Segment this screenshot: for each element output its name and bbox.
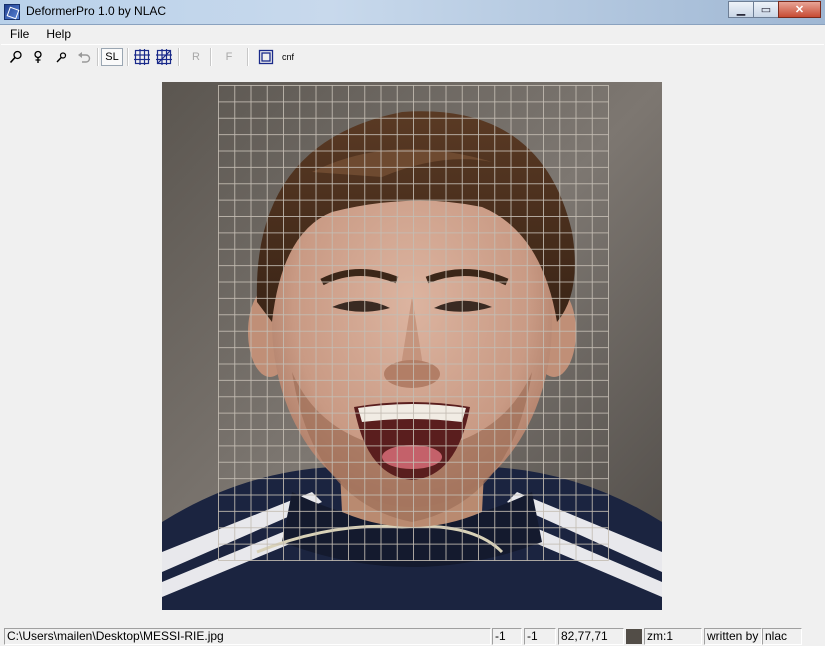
zoom-icon[interactable] xyxy=(6,48,26,66)
zoom-level: zm:1 xyxy=(644,628,702,645)
grid-diagonal-icon[interactable] xyxy=(154,48,174,66)
menu-help[interactable]: Help xyxy=(37,25,79,43)
pin-icon[interactable] xyxy=(28,48,48,66)
f-button[interactable]: F xyxy=(219,48,239,66)
undo-icon[interactable] xyxy=(74,48,94,66)
window-title: DeformerPro 1.0 by NLAC xyxy=(26,4,167,18)
written-by-label: written by xyxy=(704,628,762,645)
small-zoom-icon[interactable] xyxy=(51,48,71,66)
title-bar[interactable]: DeformerPro 1.0 by NLAC ▁ ▭ ✕ xyxy=(0,0,825,25)
app-icon[interactable] xyxy=(4,4,20,20)
menu-file[interactable]: File xyxy=(1,25,37,43)
toolbar: SL R F cnf xyxy=(1,44,824,69)
window-controls: ▁ ▭ ✕ xyxy=(728,1,821,19)
pixel-color-swatch xyxy=(626,629,642,644)
app-window: DeformerPro 1.0 by NLAC ▁ ▭ ✕ File Help … xyxy=(0,0,825,646)
deformation-grid[interactable] xyxy=(218,85,609,561)
r-button[interactable]: R xyxy=(186,48,206,66)
cursor-y: -1 xyxy=(524,628,556,645)
grid-icon[interactable] xyxy=(132,48,152,66)
cursor-x: -1 xyxy=(492,628,522,645)
frame-icon[interactable] xyxy=(256,48,276,66)
author-label: nlac xyxy=(762,628,802,645)
maximize-button[interactable]: ▭ xyxy=(753,1,779,18)
minimize-button[interactable]: ▁ xyxy=(728,1,754,18)
pixel-rgb: 82,77,71 xyxy=(558,628,624,645)
sl-button[interactable]: SL xyxy=(101,48,123,66)
menu-bar: File Help xyxy=(1,25,824,43)
status-bar: C:\Users\mailen\Desktop\MESSI-RIE.jpg -1… xyxy=(0,627,825,646)
close-button[interactable]: ✕ xyxy=(778,1,821,18)
file-path: C:\Users\mailen\Desktop\MESSI-RIE.jpg xyxy=(4,628,491,645)
cnf-button[interactable]: cnf xyxy=(278,48,298,66)
